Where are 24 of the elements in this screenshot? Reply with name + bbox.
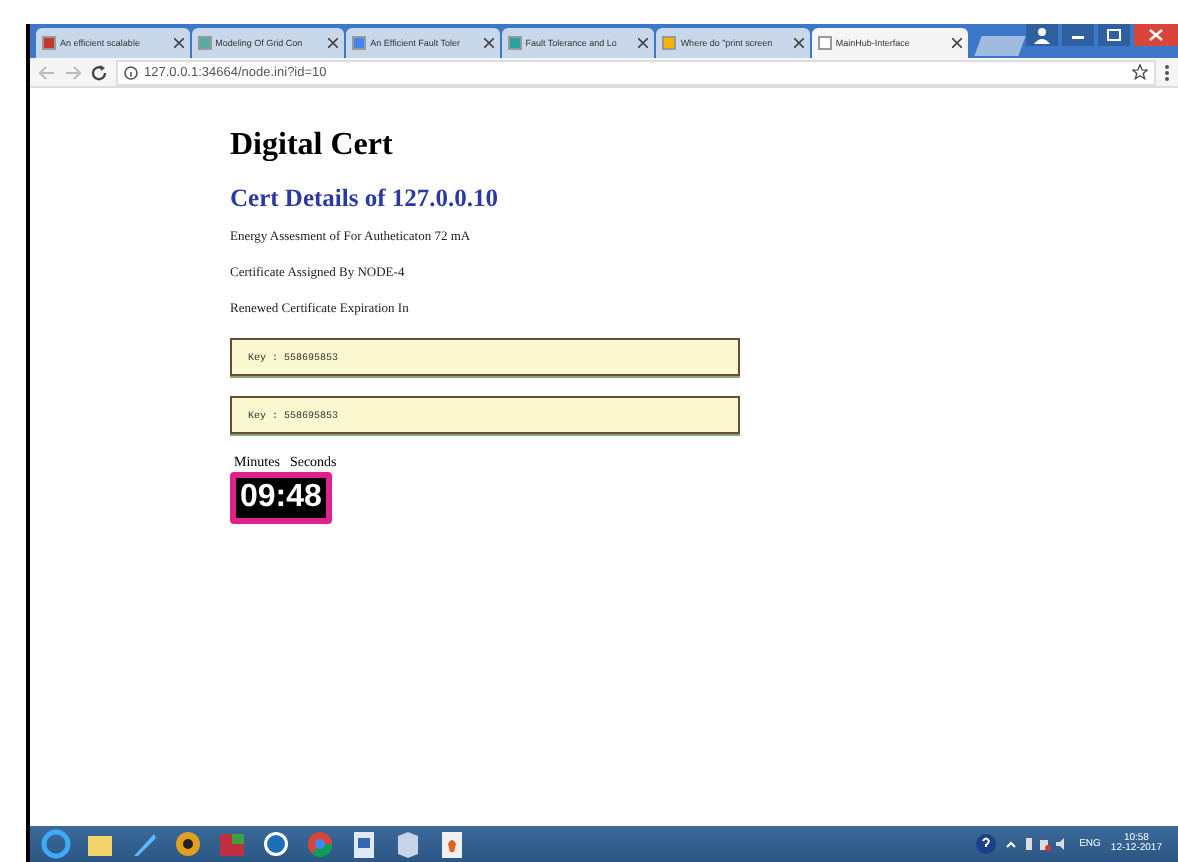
close-icon[interactable] (952, 38, 963, 48)
star-icon[interactable] (1132, 64, 1148, 80)
reload-icon[interactable] (90, 63, 108, 81)
help-icon[interactable] (975, 832, 996, 856)
close-icon[interactable] (173, 38, 184, 48)
tiles-icon[interactable] (214, 828, 250, 860)
tab-favicon-icon (197, 36, 212, 50)
info-icon[interactable] (124, 65, 138, 79)
close-icon[interactable] (638, 38, 649, 48)
circle-logo-icon[interactable] (258, 828, 294, 860)
tab-favicon-icon (507, 36, 522, 50)
close-icon[interactable] (483, 38, 494, 48)
close-icon[interactable] (793, 38, 804, 48)
tab-favicon-icon (42, 36, 56, 50)
menu-icon[interactable] (1164, 63, 1170, 81)
tray-status-drawing[interactable] (1025, 836, 1070, 852)
tab-favicon-icon (662, 36, 677, 50)
page-title: Digital Cert (230, 128, 395, 164)
tab-favicon-icon (817, 36, 832, 50)
page-subtitle: Cert Details of 127.0.0.10 (230, 184, 500, 214)
orb-icon[interactable] (170, 828, 206, 860)
close-icon[interactable] (328, 38, 339, 48)
countdown-timer: 09:48 (230, 472, 332, 524)
tab-favicon-icon (352, 36, 367, 50)
